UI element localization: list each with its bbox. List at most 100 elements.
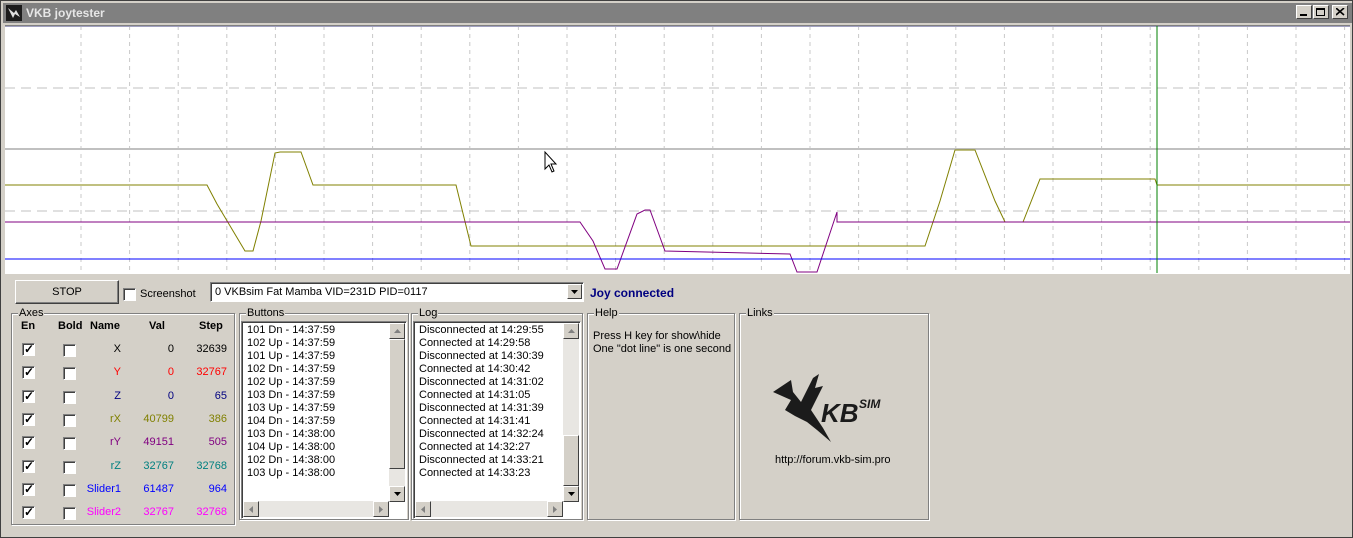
axis-step: 386 — [208, 413, 227, 425]
axis-enable-checkbox[interactable]: ✓ — [22, 412, 35, 426]
axis-name: rZ — [110, 460, 121, 472]
axis-enable-checkbox[interactable]: ✓ — [22, 482, 35, 496]
svg-text:KB: KB — [821, 398, 859, 428]
connection-status: Joy connected — [590, 286, 675, 300]
connection-log-line: Disconnected at 14:32:24 — [419, 428, 544, 440]
buttons-group-label: Buttons — [246, 306, 286, 320]
log-list-hscroll[interactable] — [415, 501, 563, 517]
buttons-scroll-thumb[interactable] — [389, 339, 405, 469]
vkb-app-icon[interactable] — [6, 5, 22, 21]
axis-plot-svg — [5, 26, 1350, 274]
screenshot-label[interactable]: Screenshot — [140, 288, 196, 300]
scroll-left-icon[interactable] — [415, 501, 431, 517]
checkmark-icon: ✓ — [24, 412, 35, 426]
axes-header-val: Val — [149, 320, 165, 332]
log-group-label: Log — [418, 306, 439, 320]
axis-bold-checkbox[interactable] — [63, 367, 76, 380]
axes-header-en: En — [21, 320, 36, 332]
axis-bold-checkbox[interactable] — [63, 414, 76, 427]
scroll-down-icon[interactable] — [389, 486, 405, 502]
connection-log-line: Disconnected at 14:33:21 — [419, 454, 544, 466]
title-bar[interactable]: VKB joytester — [3, 3, 1352, 23]
minimize-button[interactable] — [1296, 5, 1312, 19]
checkmark-icon: ✓ — [24, 505, 35, 519]
stop-button[interactable]: STOP — [15, 280, 119, 304]
axis-name: Slider2 — [86, 506, 121, 518]
buttons-log-line: 103 Dn - 14:38:00 — [247, 428, 336, 440]
connection-log-line: Disconnected at 14:30:39 — [419, 350, 544, 362]
axis-name: rY — [110, 436, 121, 448]
checkmark-icon: ✓ — [24, 482, 35, 496]
checkmark-icon: ✓ — [24, 365, 35, 379]
axis-bold-checkbox[interactable] — [63, 507, 76, 520]
screenshot-checkbox[interactable] — [123, 288, 136, 301]
vkbsim-logo[interactable]: KB SIM — [771, 370, 901, 450]
connection-log-line: Connected at 14:32:27 — [419, 441, 531, 453]
app-window: VKB joytester STOP Screenshot 0 VKBsim F… — [0, 0, 1353, 538]
checkmark-icon: ✓ — [24, 342, 35, 356]
axis-value: 32767 — [143, 506, 174, 518]
log-scroll-thumb[interactable] — [563, 435, 579, 486]
axis-name: Z — [114, 390, 121, 402]
buttons-log-line: 103 Dn - 14:37:59 — [247, 389, 336, 401]
axis-bold-checkbox[interactable] — [63, 461, 76, 474]
axis-enable-checkbox[interactable]: ✓ — [22, 435, 35, 449]
scroll-up-icon[interactable] — [389, 323, 405, 339]
axis-value: 49151 — [143, 436, 174, 448]
axis-enable-checkbox[interactable]: ✓ — [22, 389, 35, 403]
mouse-pointer-icon — [544, 150, 558, 173]
axis-name: X — [113, 343, 121, 355]
scroll-down-icon[interactable] — [563, 486, 579, 502]
buttons-log-line: 102 Dn - 14:38:00 — [247, 454, 336, 466]
axis-bold-checkbox[interactable] — [63, 484, 76, 497]
forum-link[interactable]: http://forum.vkb-sim.pro — [775, 454, 891, 466]
connection-log-line: Disconnected at 14:31:39 — [419, 402, 544, 414]
axis-value: 61487 — [143, 483, 174, 495]
axis-plot-area[interactable] — [5, 25, 1350, 274]
connection-log-line: Connected at 14:31:41 — [419, 415, 531, 427]
buttons-list-vscroll[interactable] — [389, 323, 405, 502]
scroll-left-icon[interactable] — [243, 501, 259, 517]
scroll-right-icon[interactable] — [547, 501, 563, 517]
buttons-log-line: 103 Up - 14:37:59 — [247, 402, 336, 414]
help-line-2: One "dot line" is one second — [593, 343, 732, 355]
connection-log-line: Disconnected at 14:29:55 — [419, 324, 544, 336]
chevron-down-icon[interactable] — [567, 284, 582, 299]
buttons-log-line: 101 Dn - 14:37:59 — [247, 324, 336, 336]
axis-bold-checkbox[interactable] — [63, 391, 76, 404]
axis-bold-checkbox[interactable] — [63, 344, 76, 357]
connection-log-line: Disconnected at 14:31:02 — [419, 376, 544, 388]
links-group-label: Links — [746, 306, 774, 320]
axis-step: 505 — [208, 436, 227, 448]
axis-step: 32767 — [196, 366, 227, 378]
rY-trace — [5, 209, 1350, 273]
connection-log-line: Connected at 14:30:42 — [419, 363, 531, 375]
scroll-up-icon[interactable] — [563, 323, 579, 339]
axes-header-step: Step — [199, 320, 223, 332]
scroll-right-icon[interactable] — [373, 501, 389, 517]
axis-bold-checkbox[interactable] — [63, 437, 76, 450]
buttons-list[interactable]: 101 Dn - 14:37:59 102 Up - 14:37:59 101 Up… — [241, 321, 407, 519]
close-button[interactable] — [1332, 5, 1348, 19]
axis-enable-checkbox[interactable]: ✓ — [22, 365, 35, 379]
axis-step: 65 — [214, 390, 227, 402]
buttons-list-hscroll[interactable] — [243, 501, 389, 517]
control-panel: STOP Screenshot 0 VKBsim Fat Mamba VID=2… — [5, 273, 1350, 535]
axis-value: 0 — [167, 366, 174, 378]
buttons-log-line: 101 Up - 14:37:59 — [247, 350, 336, 362]
maximize-button[interactable] — [1313, 5, 1329, 19]
axis-name: Y — [113, 366, 121, 378]
axis-enable-checkbox[interactable]: ✓ — [22, 459, 35, 473]
axis-name: Slider1 — [86, 483, 121, 495]
connection-log-line: Connected at 14:29:58 — [419, 337, 531, 349]
axis-value: 0 — [167, 390, 174, 402]
buttons-log-line: 103 Up - 14:38:00 — [247, 467, 336, 479]
device-select[interactable]: 0 VKBsim Fat Mamba VID=231D PID=0117 — [210, 282, 584, 302]
axis-enable-checkbox[interactable]: ✓ — [22, 342, 35, 356]
axis-value: 40799 — [143, 413, 174, 425]
log-list-vscroll[interactable] — [563, 323, 579, 502]
log-list[interactable]: Disconnected at 14:29:55 Connected at 14:… — [413, 321, 581, 519]
checkmark-icon: ✓ — [24, 459, 35, 473]
axes-group-label: Axes — [18, 306, 45, 320]
axis-enable-checkbox[interactable]: ✓ — [22, 505, 35, 519]
